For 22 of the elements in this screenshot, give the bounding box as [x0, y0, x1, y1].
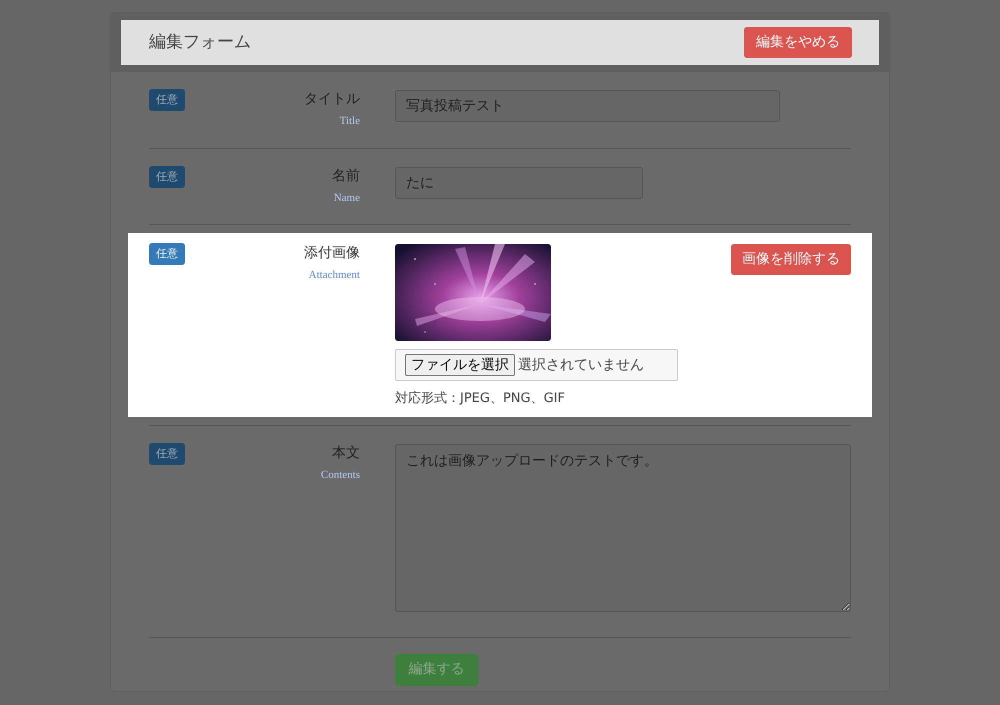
text-field[interactable]: たに [395, 166, 643, 198]
file-input[interactable]: ファイルを選択 選択されていません [395, 349, 678, 381]
field-label: 名前 [332, 166, 360, 186]
field-label: 本文 [332, 444, 360, 462]
cancel-edit-button[interactable]: 編集をやめる [744, 27, 852, 58]
field-sublabel: Attachment [308, 268, 360, 283]
field-sublabel: Name [334, 190, 360, 206]
optional-badge: 任意 [149, 89, 185, 111]
contents-textarea[interactable]: これは画像アップロードのテストです。 [395, 444, 851, 612]
format-hint: 対応形式：JPEG、PNG、GIF [395, 390, 566, 408]
field-sublabel: Contents [320, 468, 360, 482]
form-title: 編集フォーム [149, 30, 251, 54]
file-status: 選択されていません [518, 356, 644, 374]
text-field[interactable]: 写真投稿テスト [395, 90, 780, 122]
field-sublabel: Title [340, 114, 360, 129]
field-label: 添付画像 [304, 244, 360, 263]
optional-badge: 任意 [149, 442, 185, 464]
field-label: タイトル [304, 90, 360, 109]
optional-badge: 任意 [149, 243, 185, 265]
choose-file-button[interactable]: ファイルを選択 [405, 354, 515, 376]
optional-badge: 任意 [149, 166, 185, 188]
delete-image-button[interactable]: 画像を削除する [731, 244, 851, 275]
